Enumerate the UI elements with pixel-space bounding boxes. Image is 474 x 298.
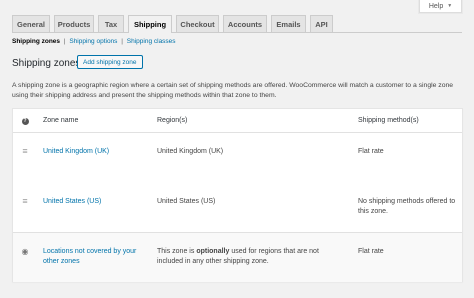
table-row: ≡ United States (US) United States (US) … — [13, 183, 462, 231]
header-zone-name: Zone name — [43, 117, 79, 124]
subnav-separator: | — [63, 38, 66, 45]
globe-icon: ◉ — [21, 247, 29, 256]
zone-name-link[interactable]: Locations not covered by your other zone… — [43, 247, 153, 267]
tab-api[interactable]: API — [310, 15, 333, 32]
table-row-other-zones: ◉ Locations not covered by your other zo… — [13, 232, 462, 282]
region-text-prefix: This zone is — [157, 248, 195, 255]
region-text-emphasis: optionally — [196, 248, 230, 255]
zone-name-link[interactable]: United States (US) — [43, 197, 153, 207]
subnav-shipping-zones[interactable]: Shipping zones — [12, 38, 60, 45]
drag-handle-icon[interactable]: ≡ — [20, 197, 30, 206]
table-header: ? Zone name Region(s) Shipping method(s) — [13, 109, 462, 133]
shipping-zones-table: ? Zone name Region(s) Shipping method(s)… — [12, 108, 463, 282]
zone-methods: Flat rate — [358, 248, 384, 255]
help-tab[interactable]: Help ▼ — [419, 0, 462, 13]
tab-accounts[interactable]: Accounts — [223, 15, 267, 32]
subnav-shipping-classes[interactable]: Shipping classes — [127, 38, 176, 45]
zones-description: A shipping zone is a geographic region w… — [12, 82, 454, 99]
drag-handle-icon[interactable]: ≡ — [20, 147, 30, 156]
settings-tabs: General Products Tax Shipping Checkout A… — [12, 14, 462, 33]
tab-products[interactable]: Products — [54, 15, 94, 32]
header-help-cell: ? — [20, 116, 30, 126]
zone-region: United Kingdom (UK) — [157, 148, 224, 155]
page-title: Shipping zones — [12, 58, 81, 69]
header-shipping-methods: Shipping method(s) — [358, 117, 419, 124]
subnav-separator: | — [121, 38, 123, 45]
section-subnav: Shipping zones | Shipping options | Ship… — [12, 38, 176, 45]
tab-shipping[interactable]: Shipping — [128, 15, 172, 33]
zone-methods: Flat rate — [358, 148, 384, 155]
zone-region: United States (US) — [157, 198, 216, 205]
header-regions: Region(s) — [157, 117, 188, 124]
tab-emails[interactable]: Emails — [271, 15, 306, 32]
tab-checkout[interactable]: Checkout — [176, 15, 219, 32]
help-label: Help — [428, 2, 444, 10]
zone-name-link[interactable]: United Kingdom (UK) — [43, 147, 153, 157]
question-icon[interactable]: ? — [21, 118, 29, 125]
zone-methods: No shipping methods offered to this zone… — [358, 198, 456, 215]
subnav-shipping-options[interactable]: Shipping options — [69, 38, 117, 45]
table-row: ≡ United Kingdom (UK) United Kingdom (UK… — [13, 133, 462, 182]
tab-general[interactable]: General — [12, 15, 50, 32]
tab-tax[interactable]: Tax — [98, 15, 124, 32]
caret-down-icon: ▼ — [447, 3, 453, 9]
add-shipping-zone-button[interactable]: Add shipping zone — [77, 55, 143, 69]
zone-region: This zone is optionally used for regions… — [157, 247, 337, 267]
